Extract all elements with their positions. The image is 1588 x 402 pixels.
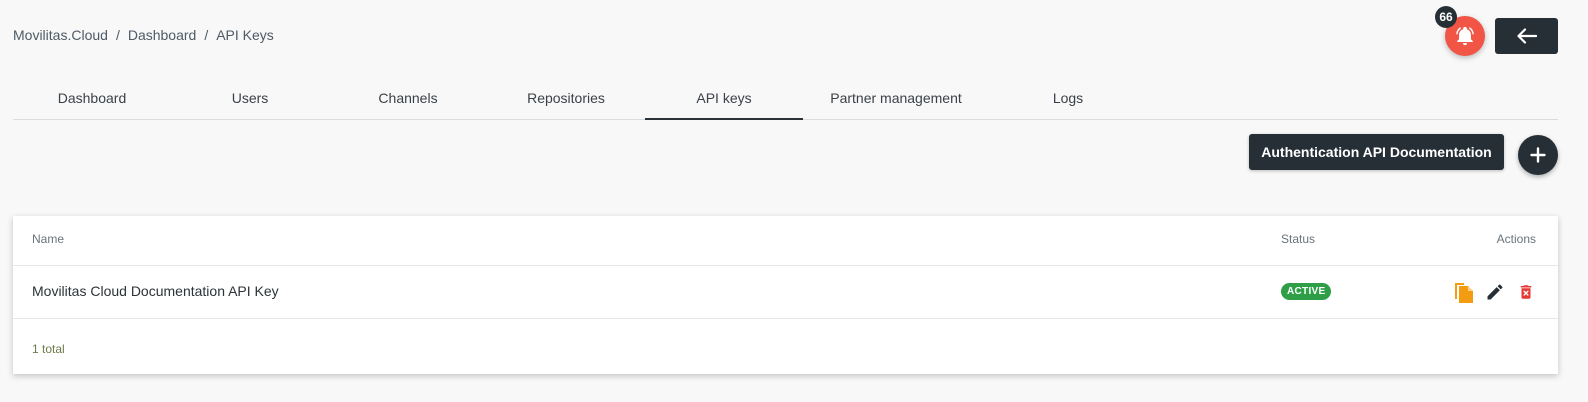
column-header-status[interactable]: Status xyxy=(1281,232,1315,246)
breadcrumb-item-current: API Keys xyxy=(216,27,274,43)
copy-button[interactable] xyxy=(1453,280,1475,304)
tab-repositories[interactable]: Repositories xyxy=(487,76,645,119)
back-button[interactable] xyxy=(1495,18,1558,54)
delete-icon xyxy=(1520,285,1532,299)
plus-icon xyxy=(1530,147,1546,163)
tab-users[interactable]: Users xyxy=(171,76,329,119)
copy-icon xyxy=(1455,283,1473,303)
add-api-key-button[interactable] xyxy=(1518,135,1558,175)
breadcrumb-item-root[interactable]: Movilitas.Cloud xyxy=(13,27,108,43)
breadcrumb-item-dashboard[interactable]: Dashboard xyxy=(128,27,197,43)
table-row[interactable]: Movilitas Cloud Documentation API Key AC… xyxy=(13,266,1558,319)
status-badge: ACTIVE xyxy=(1281,283,1332,300)
edit-icon xyxy=(1487,284,1503,300)
breadcrumb-separator: / xyxy=(204,27,209,43)
tab-api-keys[interactable]: API keys xyxy=(645,76,803,120)
column-header-name[interactable]: Name xyxy=(32,232,64,246)
tab-partner-management[interactable]: Partner management xyxy=(803,76,989,119)
api-keys-table: Name Status Actions Movilitas Cloud Docu… xyxy=(13,216,1558,374)
tab-logs[interactable]: Logs xyxy=(989,76,1147,119)
page: Movilitas.Cloud / Dashboard / API Keys 6… xyxy=(0,0,1588,402)
notification-count-badge: 66 xyxy=(1435,6,1457,28)
breadcrumb: Movilitas.Cloud / Dashboard / API Keys xyxy=(13,27,274,43)
authentication-api-documentation-button[interactable]: Authentication API Documentation xyxy=(1249,134,1504,170)
breadcrumb-separator: / xyxy=(115,27,120,43)
bell-icon xyxy=(1456,26,1474,46)
api-key-name: Movilitas Cloud Documentation API Key xyxy=(32,283,279,299)
tab-dashboard[interactable]: Dashboard xyxy=(13,76,171,119)
arrow-left-icon xyxy=(1516,28,1537,44)
table-total: 1 total xyxy=(32,342,65,356)
row-actions xyxy=(1453,280,1537,304)
column-header-actions: Actions xyxy=(1496,232,1536,246)
tab-bar: Dashboard Users Channels Repositories AP… xyxy=(13,76,1558,120)
delete-button[interactable] xyxy=(1515,280,1537,304)
tab-channels[interactable]: Channels xyxy=(329,76,487,119)
edit-button[interactable] xyxy=(1484,280,1506,304)
table-header: Name Status Actions xyxy=(13,216,1558,266)
